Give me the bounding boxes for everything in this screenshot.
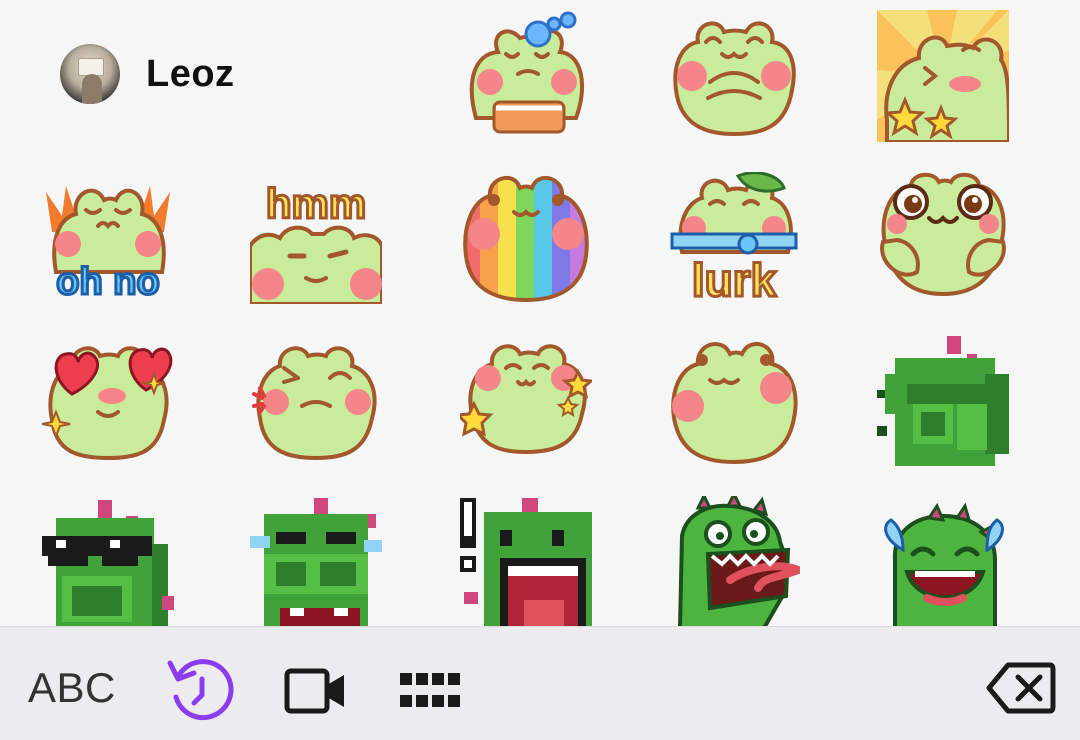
channel-avatar[interactable] [60,44,120,104]
emote-frog-shy[interactable] [668,10,800,142]
emote-frog-smile[interactable] [668,334,800,466]
keyboard-toolbar: ABC [0,626,1080,740]
video-icon[interactable] [284,667,348,715]
emote-frog-bubbles[interactable] [460,10,592,142]
grid-icon[interactable] [398,671,460,711]
emote-frog-hmm[interactable]: hmm [250,172,382,304]
emote-frog-stars-burst[interactable] [877,10,1009,142]
emote-dino-laughing-tears[interactable] [877,496,1009,626]
channel-header: Leoz [60,44,235,104]
emote-frog-ohno[interactable]: oh no [42,172,174,304]
recent-icon[interactable] [166,655,234,723]
emote-frog-sparkle[interactable] [460,334,592,466]
emote-frog-owo[interactable] [877,172,1009,304]
emote-panel: Leoz oh no hmm lurk [0,0,1080,626]
abc-keyboard-button[interactable]: ABC [28,667,116,709]
delete-icon[interactable] [986,661,1056,715]
emote-frog-angry[interactable] [250,334,382,466]
emote-dino-sunglasses[interactable] [42,496,174,626]
emote-frog-rainbow[interactable] [460,172,592,304]
emote-dino-facepalm[interactable] [877,334,1009,466]
emote-dino-crying-pixel[interactable] [250,496,382,626]
emote-frog-lurk[interactable]: lurk [668,172,800,304]
svg-text:hmm: hmm [266,180,366,227]
svg-text:oh no: oh no [56,261,159,303]
channel-name: Leoz [146,52,235,95]
emote-frog-hearts[interactable] [42,334,174,466]
emote-dino-screaming[interactable] [668,496,800,626]
svg-text:lurk: lurk [692,254,777,304]
emote-dino-shocked[interactable] [460,496,592,626]
